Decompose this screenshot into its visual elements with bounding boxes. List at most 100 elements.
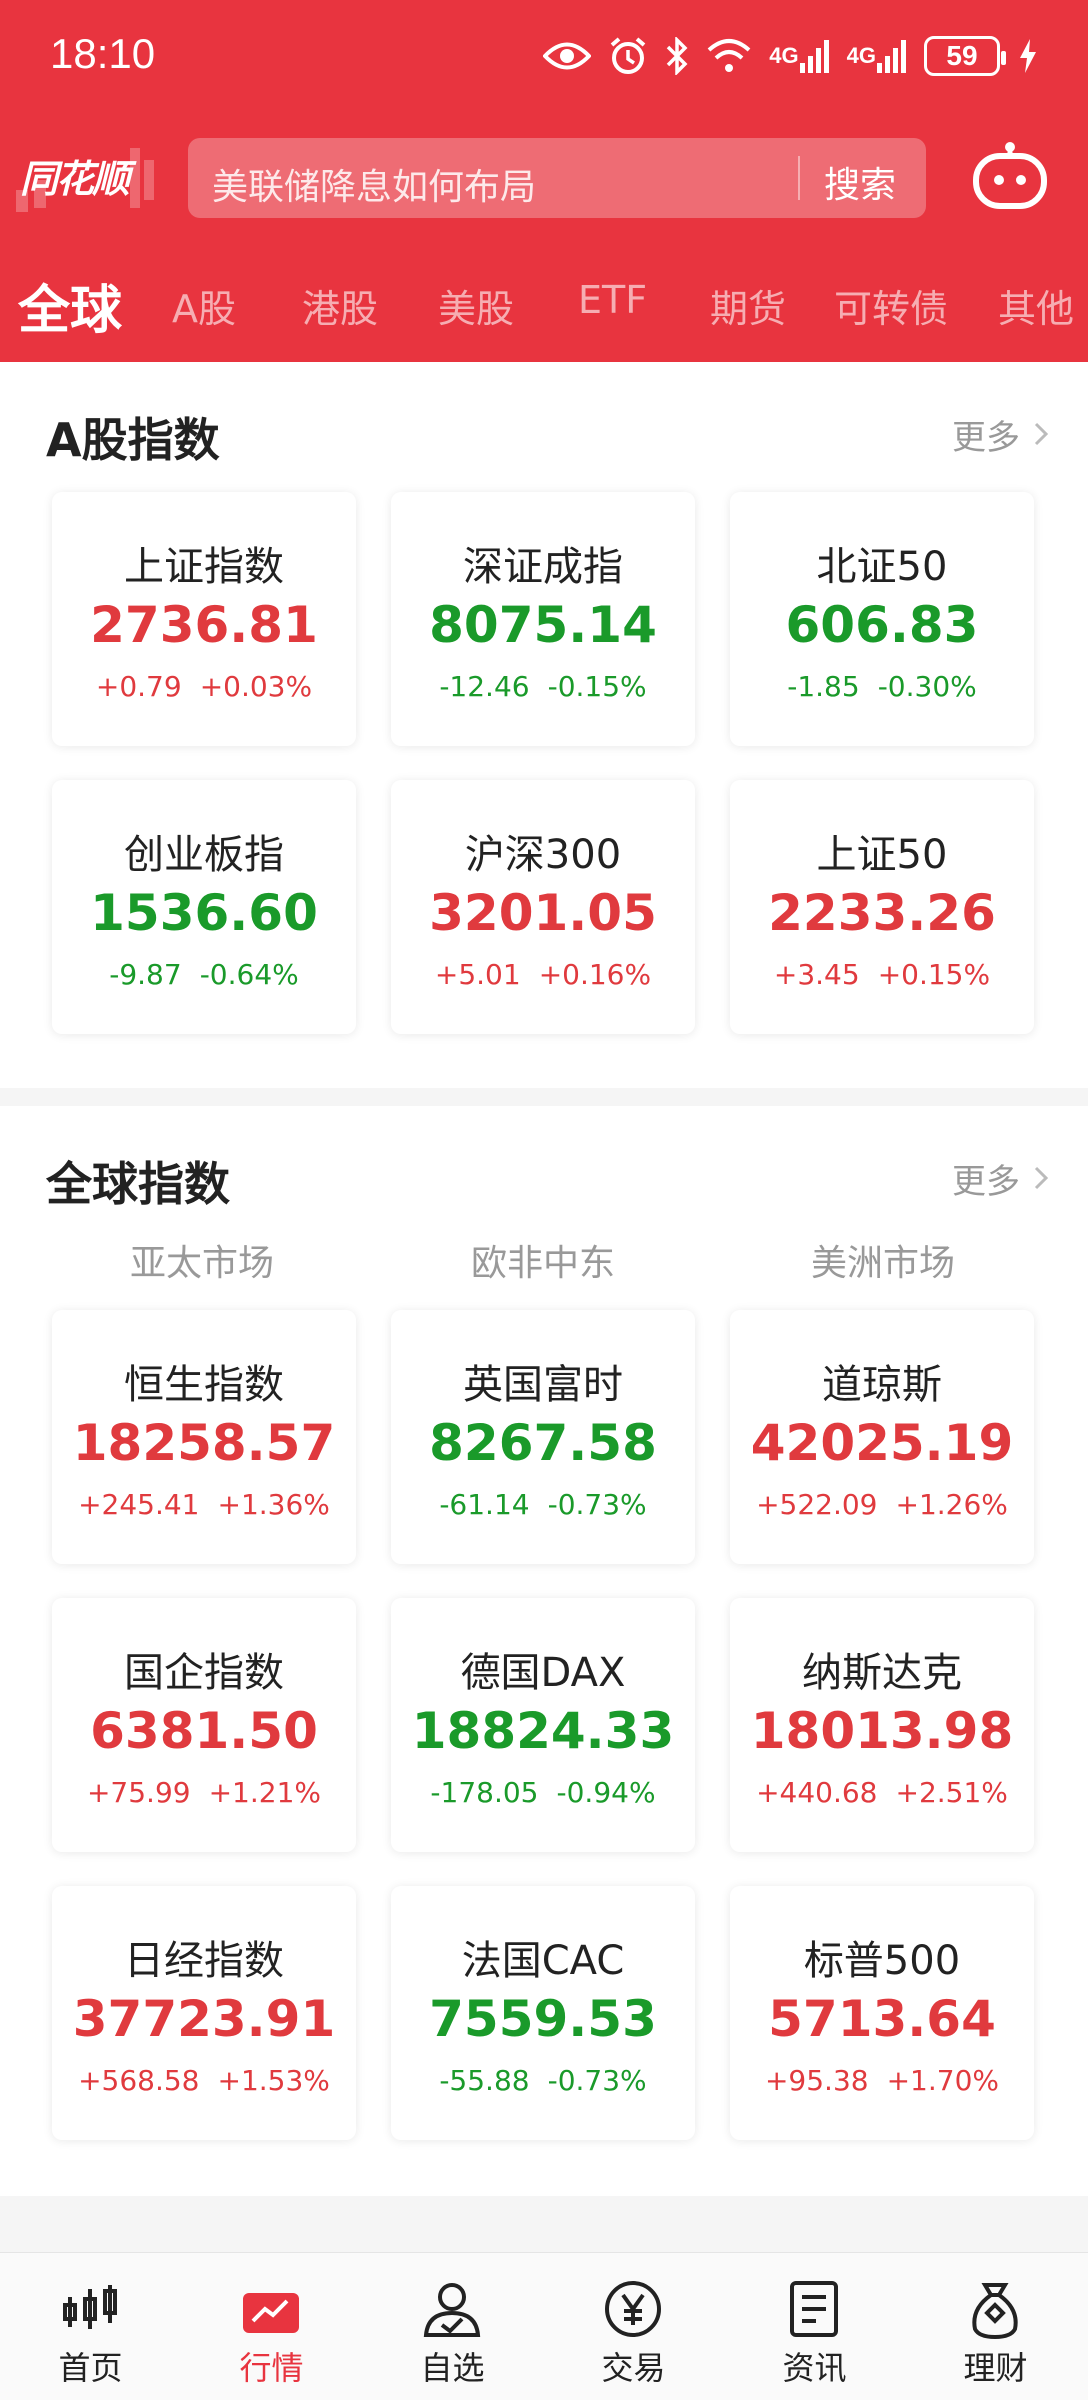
index-card[interactable]: 法国CAC 7559.53 -55.88 -0.73% [391, 1886, 695, 2140]
index-card[interactable]: 纳斯达克 18013.98 +440.68 +2.51% [730, 1598, 1034, 1852]
app-header: 18:10 4G 4G 59 同花顺 美联储降息如何布局 搜索 全球 A股 港股… [0, 0, 1088, 362]
index-card[interactable]: 深证成指 8075.14 -12.46 -0.15% [391, 492, 695, 746]
change-points: +568.58 [78, 2064, 200, 2097]
index-name: 道琼斯 [822, 1362, 942, 1408]
eye-icon [543, 39, 592, 73]
nav-wealth[interactable]: 理财 [905, 2253, 1086, 2400]
change-percent: +1.53% [217, 2064, 330, 2097]
index-value: 42025.19 [750, 1414, 1014, 1472]
change-percent: +1.70% [886, 2064, 1000, 2097]
index-name: 标普500 [803, 1938, 961, 1984]
index-card[interactable]: 标普500 5713.64 +95.38 +1.70% [730, 1886, 1034, 2140]
change-points: +95.38 [764, 2064, 869, 2097]
index-name: 创业板指 [124, 832, 284, 878]
change-percent: +0.16% [538, 958, 652, 991]
nav-watchlist[interactable]: 自选 [362, 2253, 543, 2400]
change-percent: +1.36% [217, 1488, 330, 1521]
index-name: 国企指数 [124, 1650, 284, 1696]
tab-convertible-bonds[interactable]: 可转债 [834, 278, 948, 333]
index-change: +75.99 +1.21% [52, 1776, 356, 1809]
change-points: -178.05 [430, 1776, 539, 1809]
region-americas[interactable]: 美洲市场 [713, 1234, 1053, 1286]
index-card[interactable]: 沪深300 3201.05 +5.01 +0.16% [391, 780, 695, 1034]
index-value: 18013.98 [750, 1702, 1014, 1760]
index-card[interactable]: 上证50 2233.26 +3.45 +0.15% [730, 780, 1034, 1034]
tab-us-stock[interactable]: 美股 [438, 278, 514, 333]
change-points: -61.14 [439, 1488, 530, 1521]
nav-trade[interactable]: 交易 [543, 2253, 724, 2400]
index-value: 7559.53 [429, 1990, 657, 2048]
more-label[interactable]: 更多 [952, 1154, 1020, 1203]
more-label[interactable]: 更多 [952, 410, 1020, 459]
change-points: +75.99 [86, 1776, 191, 1809]
change-points: -1.85 [787, 670, 860, 703]
nav-label: 自选 [420, 2349, 485, 2387]
header-top-row: 同花顺 美联储降息如何布局 搜索 [0, 130, 1088, 220]
index-card[interactable]: 上证指数 2736.81 +0.79 +0.03% [52, 492, 356, 746]
candlestick-icon [60, 2279, 120, 2339]
tab-etf[interactable]: ETF [578, 278, 647, 322]
nav-label: 资讯 [782, 2349, 847, 2387]
nav-market[interactable]: 行情 [181, 2253, 362, 2400]
index-card[interactable]: 德国DAX 18824.33 -178.05 -0.94% [391, 1598, 695, 1852]
index-change: -9.87 -0.64% [52, 958, 356, 991]
bluetooth-icon [665, 37, 689, 75]
tab-a-share[interactable]: A股 [172, 278, 236, 333]
wifi-icon [707, 38, 751, 74]
more-link[interactable]: 更多 [952, 1154, 1049, 1203]
index-card[interactable]: 国企指数 6381.50 +75.99 +1.21% [52, 1598, 356, 1852]
index-name: 深证成指 [463, 544, 623, 590]
search-bar[interactable]: 美联储降息如何布局 搜索 [188, 138, 926, 218]
index-card[interactable]: 恒生指数 18258.57 +245.41 +1.36% [52, 1310, 356, 1564]
index-value: 1536.60 [90, 884, 318, 942]
change-percent: -0.64% [199, 958, 299, 991]
user-check-icon [422, 2279, 482, 2339]
index-value: 3201.05 [429, 884, 657, 942]
index-card[interactable]: 道琼斯 42025.19 +522.09 +1.26% [730, 1310, 1034, 1564]
change-points: +522.09 [756, 1488, 878, 1521]
search-divider [798, 156, 800, 200]
tab-global[interactable]: 全球 [18, 268, 122, 343]
charging-icon [1018, 38, 1038, 74]
news-icon [784, 2279, 844, 2339]
nav-label: 行情 [239, 2349, 304, 2387]
chevron-right-icon [1034, 1159, 1049, 1199]
index-card[interactable]: 创业板指 1536.60 -9.87 -0.64% [52, 780, 356, 1034]
global-section: 全球指数 更多 亚太市场 欧非中东 美洲市场 恒生指数 18258.57 +245.… [0, 1106, 1088, 2196]
search-placeholder[interactable]: 美联储降息如何布局 [212, 158, 536, 210]
tab-other[interactable]: 其他 [998, 278, 1074, 333]
signal-icon: 4G [769, 39, 829, 73]
nav-news[interactable]: 资讯 [724, 2253, 905, 2400]
yen-icon [603, 2279, 663, 2339]
index-value: 5713.64 [768, 1990, 996, 2048]
index-name: 恒生指数 [124, 1362, 284, 1408]
nav-home[interactable]: 首页 [0, 2253, 181, 2400]
market-tabs: 全球 A股 港股 美股 ETF 期货 可转债 其他 [0, 268, 1088, 348]
index-change: -12.46 -0.15% [391, 670, 695, 703]
tab-futures[interactable]: 期货 [710, 278, 786, 333]
nav-label: 首页 [58, 2349, 123, 2387]
index-value: 8267.58 [429, 1414, 657, 1472]
change-points: +5.01 [434, 958, 521, 991]
more-link[interactable]: 更多 [952, 410, 1049, 459]
tab-hk-stock[interactable]: 港股 [302, 278, 378, 333]
index-card[interactable]: 英国富时 8267.58 -61.14 -0.73% [391, 1310, 695, 1564]
index-card[interactable]: 北证50 606.83 -1.85 -0.30% [730, 492, 1034, 746]
index-change: +95.38 +1.70% [730, 2064, 1034, 2097]
status-time: 18:10 [50, 30, 156, 77]
index-value: 18258.57 [72, 1414, 336, 1472]
search-button[interactable]: 搜索 [824, 156, 896, 208]
app-logo[interactable]: 同花顺 [20, 148, 130, 203]
index-change: +5.01 +0.16% [391, 958, 695, 991]
index-card[interactable]: 日经指数 37723.91 +568.58 +1.53% [52, 1886, 356, 2140]
region-emea[interactable]: 欧非中东 [373, 1234, 713, 1286]
change-percent: +1.26% [895, 1488, 1008, 1521]
index-change: +3.45 +0.15% [730, 958, 1034, 991]
change-percent: -0.30% [877, 670, 977, 703]
index-value: 37723.91 [72, 1990, 336, 2048]
change-percent: +2.51% [895, 1776, 1008, 1809]
index-name: 北证50 [816, 544, 948, 590]
change-percent: -0.73% [547, 2064, 647, 2097]
robot-assistant-icon[interactable] [970, 142, 1050, 216]
region-asia-pacific[interactable]: 亚太市场 [32, 1234, 372, 1286]
